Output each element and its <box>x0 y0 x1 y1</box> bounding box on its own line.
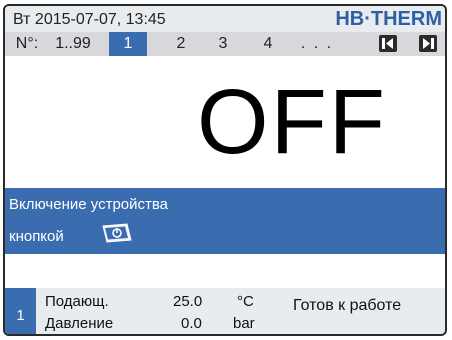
skip-back-icon[interactable] <box>379 35 397 52</box>
header-bar: Вт 2015-07-07, 13:45 HB·THERM <box>5 6 445 32</box>
unit-tab-1[interactable]: 1 <box>109 32 147 56</box>
unit-tab-2[interactable]: 2 <box>171 32 191 56</box>
skip-forward-icon[interactable] <box>419 35 437 52</box>
message-text-line2: кнопкой <box>9 228 64 245</box>
more-units-indicator: . . . <box>300 35 334 52</box>
display-frame: Вт 2015-07-07, 13:45 HB·THERM N°: 1..99 … <box>3 4 447 336</box>
datetime: Вт 2015-07-07, 13:45 <box>13 11 166 28</box>
ready-status-text: Готов к работе <box>293 297 402 314</box>
unit-tab-4[interactable]: 4 <box>258 32 278 56</box>
unit-selector-bar: N°: 1..99 1 2 3 4 . . . <box>5 32 445 56</box>
unit-range-button[interactable]: 1..99 <box>45 32 101 56</box>
status-display: OFF <box>5 56 445 188</box>
pressure-label: Давление <box>45 315 114 332</box>
message-panel: Включение устройства кнопкой <box>5 188 445 254</box>
brand-logo: HB·THERM <box>335 8 442 30</box>
bottom-status-bar: 1 Подающ. 25.0 °C Давление 0.0 bar Готов… <box>5 288 445 334</box>
supply-temp-value: 25.0 <box>173 293 203 310</box>
unit-tab-3[interactable]: 3 <box>213 32 233 56</box>
operating-status: OFF <box>197 71 387 173</box>
supply-temp-unit: °C <box>237 293 254 310</box>
power-key-icon <box>101 222 133 249</box>
unit-number-label: N°: <box>15 35 39 52</box>
pressure-unit: bar <box>233 315 255 332</box>
message-text-line1: Включение устройства <box>9 196 169 213</box>
controller-screen: Вт 2015-07-07, 13:45 HB·THERM N°: 1..99 … <box>0 0 452 340</box>
unit-number-badge: 1 <box>5 288 36 334</box>
supply-temp-label: Подающ. <box>45 293 109 310</box>
pressure-value: 0.0 <box>181 315 202 332</box>
